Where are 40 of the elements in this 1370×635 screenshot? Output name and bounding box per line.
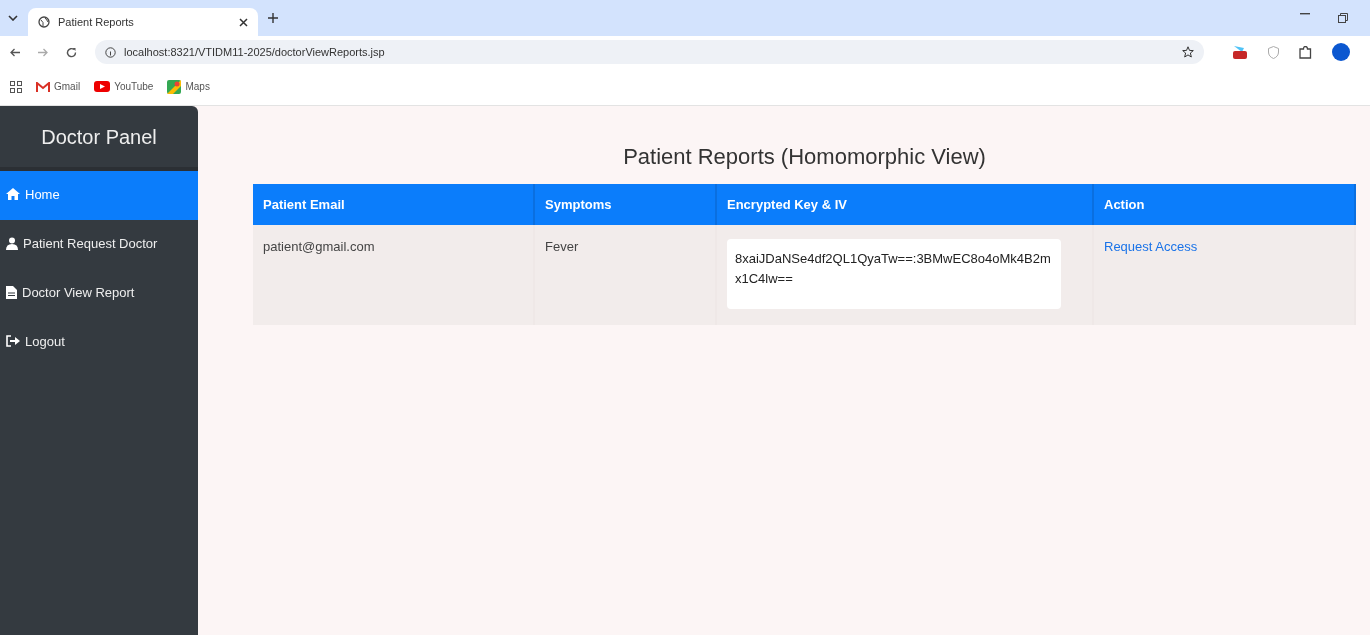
plus-icon[interactable] [268,13,278,23]
browser-tab[interactable]: Patient Reports [28,8,258,36]
restore-icon[interactable] [1338,13,1348,23]
map-icon [167,79,182,94]
puzzle-icon[interactable] [1299,45,1312,59]
profile-avatar[interactable] [1332,43,1350,61]
info-icon [105,46,116,58]
request-access-link[interactable]: Request Access [1104,239,1198,254]
close-icon[interactable] [239,17,248,27]
play-icon [94,81,111,92]
table-cell: Fever [534,225,716,325]
logout-icon [6,335,20,347]
column-header: Symptoms [534,184,716,225]
sidebar-item[interactable]: Doctor View Report [0,269,198,318]
column-header: Action [1093,184,1355,225]
table-cell: patient@gmail.com [253,225,534,325]
key-field[interactable]: 8xaiJDaNSe4df2QL1QyaTw==:3BMwEC8o4oMk4B2mx1C4lw== [727,239,1061,309]
sidebar-item[interactable]: Patient Request Doctor [0,220,198,269]
reload-icon[interactable] [66,46,77,58]
bookmark-link[interactable]: YouTube [114,81,154,92]
file-icon [6,286,17,299]
bookmark-link[interactable]: Maps [185,81,210,92]
sidebar-item[interactable]: Logout [0,318,198,367]
tab-title: Patient Reports [58,16,135,28]
sidebar-item[interactable]: Home [0,171,198,220]
home-icon [6,188,20,200]
chevron-down-icon[interactable] [8,15,18,21]
mail-icon [36,81,50,92]
page-title: Patient Reports (Homomorphic View) [622,144,987,170]
minimize-icon[interactable] [1300,13,1310,15]
globe-icon [38,16,50,28]
apps-icon[interactable] [10,80,22,93]
address-bar[interactable]: localhost:8321/VTIDM11-2025/doctorViewReports.jsp [95,40,1204,64]
column-header: Patient Email [253,184,534,225]
user-icon [6,237,18,250]
bookmark-link[interactable]: Gmail [54,81,81,92]
extension-icon[interactable] [1232,44,1248,60]
star-icon[interactable] [1182,46,1194,58]
back-icon[interactable] [10,47,20,57]
column-header: Encrypted Key & IV [716,184,1093,225]
